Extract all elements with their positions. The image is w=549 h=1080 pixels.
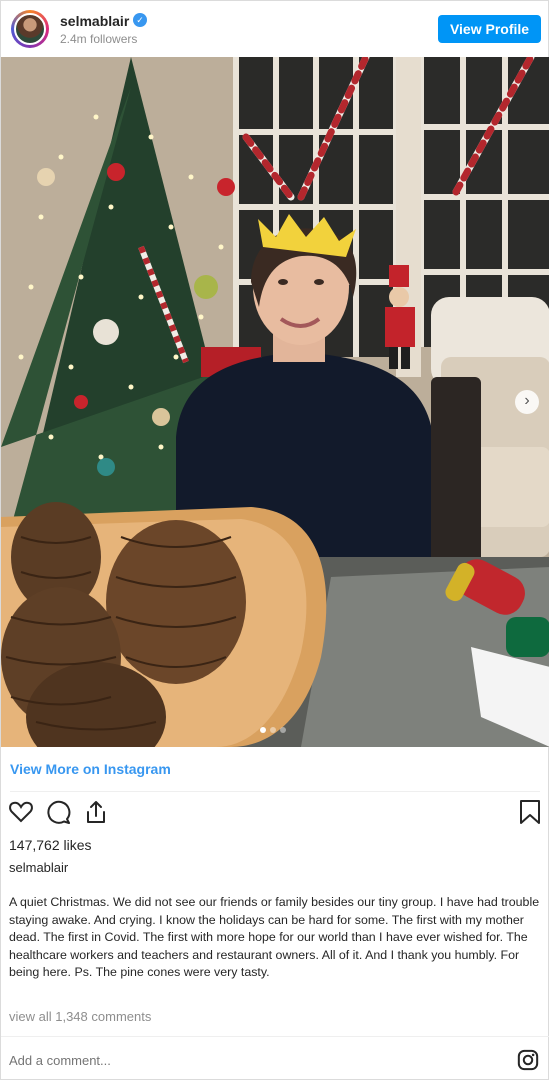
instagram-embed-card: selmablair ✓ 2.4m followers View Profile <box>0 0 549 1080</box>
follower-count: 2.4m followers <box>60 32 138 46</box>
avatar[interactable] <box>11 10 49 48</box>
caption-text: A quiet Christmas. We did not see our fr… <box>9 895 540 980</box>
avatar-image <box>14 13 46 45</box>
caption-username[interactable]: selmablair <box>9 860 68 875</box>
carousel-next-button[interactable]: › <box>515 390 539 414</box>
carousel-dot <box>270 727 276 733</box>
like-count[interactable]: 147,762 likes <box>9 837 92 853</box>
post-photo[interactable]: › <box>1 57 549 747</box>
divider <box>10 791 540 792</box>
view-profile-button[interactable]: View Profile <box>438 15 541 43</box>
instagram-icon[interactable] <box>517 1049 539 1071</box>
chevron-right-icon: › <box>524 392 530 409</box>
photo-illustration <box>1 57 549 747</box>
divider <box>1 1036 549 1037</box>
username[interactable]: selmablair <box>60 13 129 29</box>
heart-icon[interactable] <box>8 799 34 825</box>
view-more-link[interactable]: View More on Instagram <box>10 761 171 777</box>
comment-icon[interactable] <box>45 799 71 825</box>
carousel-dot <box>280 727 286 733</box>
bookmark-icon[interactable] <box>517 799 543 825</box>
add-comment-input[interactable] <box>9 1053 409 1068</box>
chair-back <box>431 377 481 577</box>
action-bar <box>1 799 549 827</box>
carousel-dot <box>260 727 266 733</box>
verified-badge-icon: ✓ <box>133 13 147 27</box>
post-header: selmablair ✓ 2.4m followers View Profile <box>1 1 549 57</box>
carousel-indicator <box>260 727 286 733</box>
view-comments-link[interactable]: view all 1,348 comments <box>9 1009 151 1024</box>
share-icon[interactable] <box>83 799 109 825</box>
